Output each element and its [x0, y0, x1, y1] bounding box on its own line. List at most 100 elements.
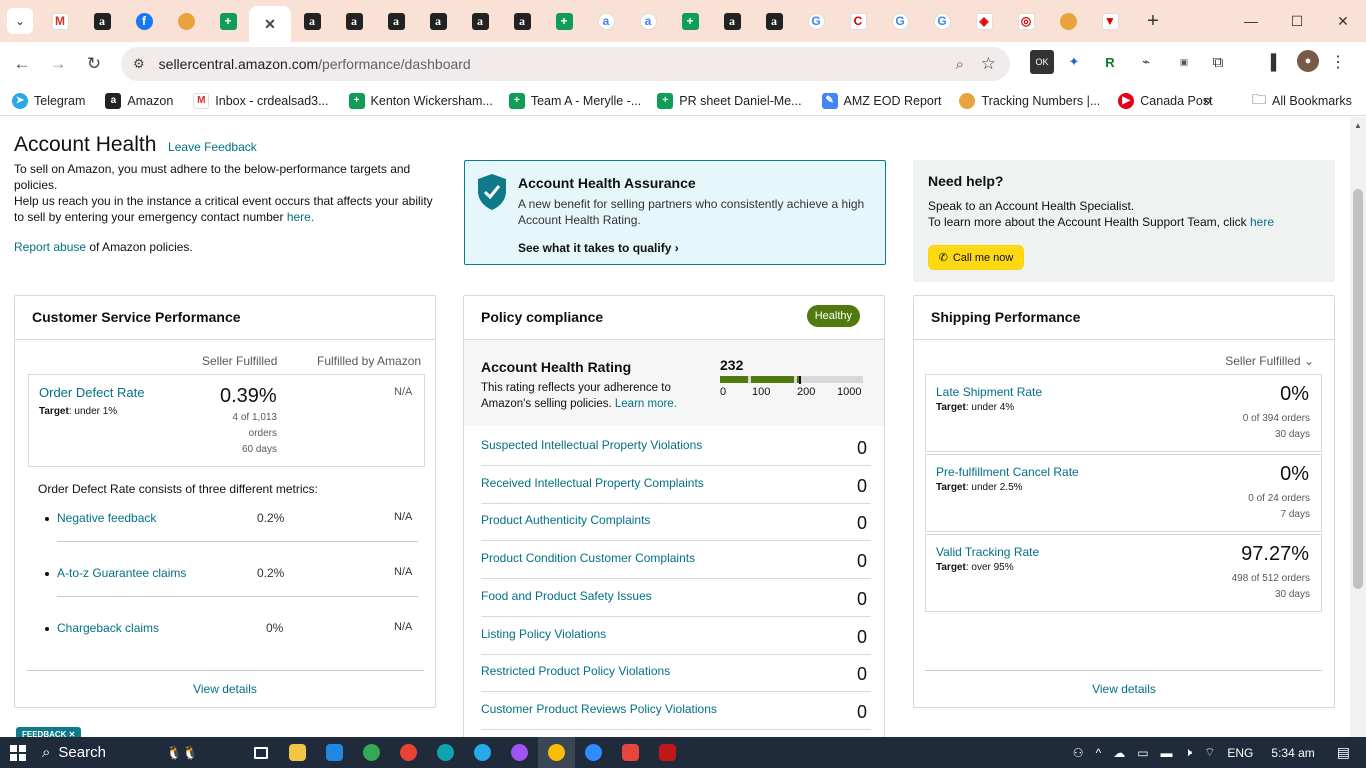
edge-icon[interactable]: [427, 737, 464, 768]
messenger-icon[interactable]: [501, 737, 538, 768]
tab-facebook[interactable]: f: [123, 5, 165, 37]
tab-google[interactable]: G: [795, 5, 837, 37]
policy-link[interactable]: Listing Policy Violations: [481, 627, 606, 641]
help-here-link[interactable]: here: [1250, 215, 1274, 229]
device-icon[interactable]: ▭: [1137, 746, 1148, 760]
chrome-active-icon[interactable]: [538, 737, 575, 768]
page-scrollbar[interactable]: ▲: [1350, 117, 1366, 737]
mcafee-icon[interactable]: [649, 737, 686, 768]
extension-rs-icon[interactable]: R: [1098, 50, 1122, 74]
extension-off-icon[interactable]: ▣: [1172, 50, 1196, 74]
tab-sheets[interactable]: +: [543, 5, 585, 37]
cloud-icon[interactable]: ☁: [1113, 746, 1125, 760]
scrollbar-thumb[interactable]: [1353, 189, 1363, 589]
tab-amazon[interactable]: a: [585, 5, 627, 37]
volume-icon[interactable]: 🕨: [1185, 745, 1193, 760]
policy-link[interactable]: Food and Product Safety Issues: [481, 589, 652, 603]
valid-tracking-link[interactable]: Valid Tracking Rate: [936, 545, 1039, 559]
chrome-icon[interactable]: [353, 737, 390, 768]
feedback-tab[interactable]: FEEDBACK ✕: [16, 727, 82, 737]
policy-link[interactable]: Restricted Product Policy Violations: [481, 664, 670, 678]
chevron-up-icon[interactable]: ^: [1096, 746, 1102, 760]
late-shipment-link[interactable]: Late Shipment Rate: [936, 385, 1042, 399]
task-view-icon[interactable]: [242, 737, 279, 768]
bookmark-item[interactable]: ➤ Telegram: [12, 92, 85, 109]
tab-red-app[interactable]: C: [837, 5, 879, 37]
zoom-icon[interactable]: ⌕: [956, 56, 964, 73]
contact-here-link[interactable]: here.: [287, 210, 314, 224]
tab-amazon[interactable]: a: [501, 5, 543, 37]
leave-feedback-link[interactable]: Leave Feedback: [168, 140, 257, 154]
tab-google[interactable]: G: [921, 5, 963, 37]
extension-wifi-icon[interactable]: ⌁: [1134, 50, 1158, 74]
extensions-puzzle-icon[interactable]: ⧉: [1206, 50, 1230, 74]
tab-amazon[interactable]: a: [375, 5, 417, 37]
tab-active-sellercentral[interactable]: ✕: [249, 6, 291, 42]
bookmark-item[interactable]: + Team A - Merylle -...: [508, 92, 641, 109]
site-info-icon[interactable]: ⚙: [133, 56, 145, 72]
pdf-app-icon[interactable]: [612, 737, 649, 768]
extension-ok-icon[interactable]: OK: [1030, 50, 1054, 74]
tab-taco[interactable]: [165, 5, 207, 37]
odr-link[interactable]: Order Defect Rate: [39, 385, 145, 400]
tab-amazon[interactable]: a: [291, 5, 333, 37]
tab-colorful[interactable]: [1047, 5, 1089, 37]
wifi-icon[interactable]: ⌔: [1204, 745, 1215, 760]
zoom-app-icon[interactable]: [575, 737, 612, 768]
profile-avatar[interactable]: ●: [1297, 50, 1319, 72]
policy-link[interactable]: Product Condition Customer Complaints: [481, 551, 695, 565]
tab-amazon[interactable]: a: [627, 5, 669, 37]
view-details-link[interactable]: View details: [15, 682, 435, 696]
tab-sheets[interactable]: +: [207, 5, 249, 37]
bookmarks-overflow-icon[interactable]: »: [1203, 92, 1211, 109]
bookmark-item[interactable]: ▶ Canada Post: [1118, 92, 1213, 109]
policy-link[interactable]: Suspected Intellectual Property Violatio…: [481, 438, 702, 452]
clock[interactable]: 5:34 am: [1271, 746, 1314, 760]
fulfillment-filter-dropdown[interactable]: Seller Fulfilled ⌄: [1225, 354, 1314, 368]
maximize-icon[interactable]: ☐: [1274, 0, 1320, 42]
tab-amazon[interactable]: a: [459, 5, 501, 37]
windows-start-icon[interactable]: [0, 737, 36, 768]
minimize-icon[interactable]: —: [1228, 0, 1274, 42]
notifications-icon[interactable]: ▤: [1337, 744, 1350, 761]
tab-sheets[interactable]: +: [669, 5, 711, 37]
taskbar-search[interactable]: ⌕ Search 🐧🐧: [42, 737, 242, 768]
view-details-link[interactable]: View details: [914, 682, 1334, 696]
negative-feedback-link[interactable]: Negative feedback: [57, 511, 156, 525]
bookmark-item[interactable]: Tracking Numbers |...: [959, 92, 1100, 109]
mail-icon[interactable]: [316, 737, 353, 768]
qualify-link[interactable]: See what it takes to qualify ›: [518, 241, 679, 255]
atoz-claims-link[interactable]: A-to-z Guarantee claims: [57, 566, 186, 580]
tab-amazon[interactable]: a: [417, 5, 459, 37]
close-window-icon[interactable]: ✕: [1320, 0, 1366, 42]
tab-amazon[interactable]: a: [81, 5, 123, 37]
report-abuse-link[interactable]: Report abuse: [14, 240, 86, 254]
address-bar[interactable]: ⚙ sellercentral.amazon.com/performance/d…: [121, 47, 1010, 81]
chrome-icon[interactable]: [390, 737, 427, 768]
menu-dots-icon[interactable]: ⋮: [1326, 50, 1350, 74]
all-bookmarks[interactable]: 🗀 All Bookmarks: [1252, 89, 1352, 113]
tab-google[interactable]: G: [879, 5, 921, 37]
close-icon[interactable]: ✕: [261, 15, 279, 33]
language-indicator[interactable]: ENG: [1227, 746, 1253, 760]
tab-red-triangle[interactable]: ▼: [1089, 5, 1131, 37]
bookmark-item[interactable]: M Inbox - crdealsad3...: [193, 92, 329, 109]
reload-icon[interactable]: ↻: [76, 54, 112, 74]
cancel-rate-link[interactable]: Pre-fulfillment Cancel Rate: [936, 465, 1079, 479]
new-tab-button[interactable]: +: [1139, 10, 1167, 33]
extension-blue-icon[interactable]: ✦: [1062, 50, 1086, 74]
bookmark-item[interactable]: ✎ AMZ EOD Report: [821, 92, 941, 109]
telegram-icon[interactable]: [464, 737, 501, 768]
tab-target[interactable]: ◎: [1005, 5, 1047, 37]
chargeback-claims-link[interactable]: Chargeback claims: [57, 621, 159, 635]
bookmark-item[interactable]: + Kenton Wickersham...: [348, 92, 493, 109]
bookmark-star-icon[interactable]: ☆: [981, 54, 996, 74]
people-icon[interactable]: ⚇: [1073, 746, 1084, 760]
tab-search-icon[interactable]: ⌄: [7, 8, 33, 34]
back-icon[interactable]: ←: [4, 54, 40, 74]
forward-icon[interactable]: →: [40, 54, 76, 74]
policy-link[interactable]: Product Authenticity Complaints: [481, 513, 650, 527]
battery-icon[interactable]: ▬: [1161, 746, 1173, 760]
tab-gmail[interactable]: M: [39, 5, 81, 37]
call-me-now-button[interactable]: ✆ Call me now: [928, 245, 1024, 270]
